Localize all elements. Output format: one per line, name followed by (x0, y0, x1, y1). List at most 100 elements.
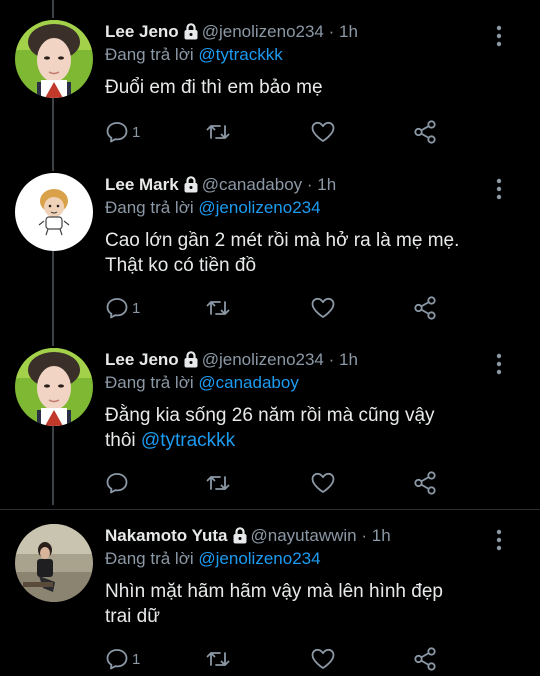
share-button[interactable] (412, 470, 438, 496)
reply-count: 1 (132, 299, 141, 317)
reply-icon (106, 473, 128, 494)
replying-to-label: Đang trả lời (105, 373, 194, 392)
timestamp[interactable]: 1h (339, 22, 358, 41)
share-icon (414, 120, 436, 144)
user-handle[interactable]: @nayutawwin (251, 526, 357, 545)
timestamp[interactable]: 1h (372, 526, 391, 545)
separator-dot: · (361, 526, 368, 545)
heart-icon (311, 648, 335, 669)
reply-thread-feed: Lee Jeno @jenolizeno234 · 1h Đang trả lời… (0, 0, 540, 676)
divider (0, 509, 540, 510)
tweet-text-line: Đuổi em đi thì em bảo mẹ (105, 77, 323, 98)
tweet-text-line: Thật ko có tiền đồ (105, 255, 257, 276)
action-bar (105, 470, 445, 496)
avatar-image (15, 20, 93, 98)
tweet[interactable]: Lee Jeno @jenolizeno234 · 1h Đang trả lời… (0, 20, 540, 150)
user-handle[interactable]: @canadaboy (202, 175, 302, 194)
reply-button[interactable] (105, 470, 132, 496)
retweet-icon (206, 301, 230, 315)
retweet-button[interactable] (205, 646, 231, 672)
user-handle[interactable]: @jenolizeno234 (202, 22, 324, 41)
heart-icon (311, 297, 335, 318)
retweet-icon (206, 652, 230, 666)
more-vertical-icon[interactable] (492, 178, 506, 200)
tweet-text-line-wrap: thôi @tytrackkk (105, 428, 505, 453)
avatar[interactable] (15, 20, 93, 98)
heart-icon (311, 121, 335, 142)
replying-to: Đang trả lời @tytrackkk (105, 44, 283, 66)
like-button[interactable] (310, 470, 336, 496)
share-button[interactable] (412, 119, 438, 145)
tweet-header: Lee Jeno @jenolizeno234 · 1h (105, 348, 358, 372)
share-icon (414, 471, 436, 495)
tweet-header: Nakamoto Yuta @nayutawwin · 1h (105, 524, 391, 548)
reply-count: 1 (132, 650, 141, 668)
tweet-header: Lee Mark @canadaboy · 1h (105, 173, 336, 197)
reply-icon (106, 649, 128, 670)
more-vertical-icon[interactable] (492, 353, 506, 375)
tweet-text-line: trai dữ (105, 606, 160, 627)
tweet-text: Đuổi em đi thì em bảo mẹ (105, 75, 505, 100)
retweet-button[interactable] (205, 119, 231, 145)
action-bar: 1 (105, 119, 445, 145)
mention-link[interactable]: @tytrackkk (198, 45, 282, 64)
like-button[interactable] (310, 119, 336, 145)
tweet-text: Cao lớn gần 2 mét rồi mà hở ra là mẹ mẹ.… (105, 228, 505, 278)
tweet-text-line: Cao lớn gần 2 mét rồi mà hở ra là mẹ mẹ. (105, 230, 460, 251)
display-name[interactable]: Lee Mark (105, 175, 179, 194)
tweet[interactable]: Nakamoto Yuta @nayutawwin · 1h Đang trả l… (0, 524, 540, 676)
tweet-header: Lee Jeno @jenolizeno234 · 1h (105, 20, 358, 44)
display-name[interactable]: Lee Jeno (105, 22, 179, 41)
mention-link[interactable]: @jenolizeno234 (198, 549, 320, 568)
mention-link[interactable]: @canadaboy (198, 373, 298, 392)
reply-button[interactable]: 1 (105, 646, 140, 672)
retweet-button[interactable] (205, 295, 231, 321)
separator-dot: · (306, 175, 313, 194)
separator-dot: · (328, 350, 335, 369)
timestamp[interactable]: 1h (317, 175, 336, 194)
timestamp[interactable]: 1h (339, 350, 358, 369)
share-button[interactable] (412, 646, 438, 672)
thread-line (52, 0, 54, 18)
tweet-text-line: thôi (105, 430, 136, 451)
avatar-image (15, 348, 93, 426)
avatar-image (15, 173, 93, 251)
replying-to: Đang trả lời @jenolizeno234 (105, 197, 321, 219)
like-button[interactable] (310, 295, 336, 321)
mention-link[interactable]: @tytrackkk (141, 430, 235, 451)
tweet[interactable]: Lee Mark @canadaboy · 1h Đang trả lời @je… (0, 173, 540, 323)
more-vertical-icon[interactable] (492, 529, 506, 551)
replying-to: Đang trả lời @canadaboy (105, 372, 299, 394)
reply-icon (106, 298, 128, 319)
reply-count: 1 (132, 123, 141, 141)
avatar[interactable] (15, 173, 93, 251)
tweet-text: Đằng kia sống 26 năm rồi mà cũng vậy thô… (105, 403, 505, 453)
heart-icon (311, 472, 335, 493)
reply-button[interactable]: 1 (105, 295, 140, 321)
like-button[interactable] (310, 646, 336, 672)
tweet-text-line: Nhìn mặt hãm hãm vậy mà lên hình đẹp (105, 581, 443, 602)
display-name[interactable]: Nakamoto Yuta (105, 526, 228, 545)
share-button[interactable] (412, 295, 438, 321)
tweet-text: Nhìn mặt hãm hãm vậy mà lên hình đẹp tra… (105, 579, 505, 629)
retweet-button[interactable] (205, 470, 231, 496)
reply-icon (106, 122, 128, 143)
replying-to: Đang trả lời @jenolizeno234 (105, 548, 321, 570)
avatar[interactable] (15, 524, 93, 602)
replying-to-label: Đang trả lời (105, 45, 194, 64)
replying-to-label: Đang trả lời (105, 198, 194, 217)
more-vertical-icon[interactable] (492, 25, 506, 47)
tweet[interactable]: Lee Jeno @jenolizeno234 · 1h Đang trả lời… (0, 348, 540, 498)
retweet-icon (206, 476, 230, 490)
replying-to-label: Đang trả lời (105, 549, 194, 568)
tweet-text-line: Đằng kia sống 26 năm rồi mà cũng vậy (105, 405, 435, 426)
mention-link[interactable]: @jenolizeno234 (198, 198, 320, 217)
avatar[interactable] (15, 348, 93, 426)
reply-button[interactable]: 1 (105, 119, 140, 145)
display-name[interactable]: Lee Jeno (105, 350, 179, 369)
user-handle[interactable]: @jenolizeno234 (202, 350, 324, 369)
share-icon (414, 296, 436, 320)
action-bar: 1 (105, 646, 445, 672)
avatar-image (15, 524, 93, 602)
retweet-icon (206, 125, 230, 139)
